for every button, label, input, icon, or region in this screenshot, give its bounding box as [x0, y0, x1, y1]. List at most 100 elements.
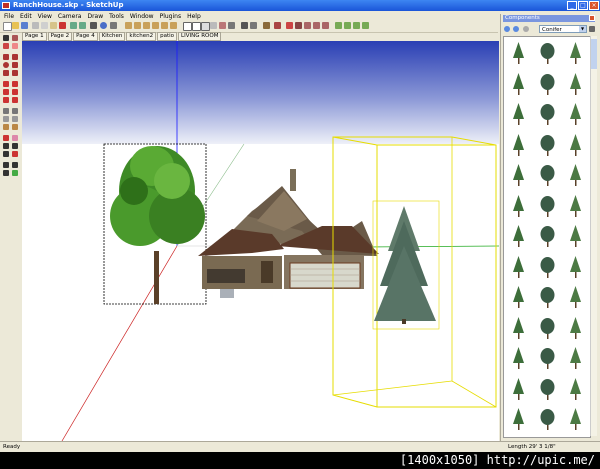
front-view-icon[interactable]	[143, 22, 150, 29]
component-thumbnail[interactable]	[535, 70, 560, 97]
component-thumbnail[interactable]	[535, 253, 560, 280]
iso-view-icon[interactable]	[125, 22, 132, 29]
component-thumbnail[interactable]	[535, 375, 560, 402]
push-pull-icon[interactable]	[12, 81, 18, 87]
save-icon[interactable]	[21, 22, 28, 29]
style-icon-3[interactable]	[304, 22, 311, 29]
select-icon[interactable]	[3, 35, 9, 41]
component-thumbnail[interactable]	[506, 344, 531, 371]
tab-page-4[interactable]: Page 4	[73, 32, 98, 41]
tab-patio[interactable]: patio	[157, 32, 178, 41]
style-icon-4[interactable]	[313, 22, 320, 29]
walk-icon[interactable]	[12, 162, 18, 168]
wireframe-icon[interactable]	[192, 22, 201, 31]
scale-icon[interactable]	[3, 97, 9, 103]
maximize-icon[interactable]: □	[578, 1, 588, 10]
component-thumbnail[interactable]	[506, 222, 531, 249]
make-component-icon[interactable]	[12, 35, 18, 41]
tab-page-1[interactable]: Page 1	[22, 32, 47, 41]
section-plane-tool-icon[interactable]	[12, 170, 18, 176]
text-icon[interactable]	[12, 116, 18, 122]
undo-icon[interactable]	[70, 22, 77, 29]
menu-help[interactable]: Help	[187, 13, 201, 20]
monochrome-icon[interactable]	[228, 22, 235, 29]
terrain-icon-2[interactable]	[344, 22, 351, 29]
component-thumbnail[interactable]	[535, 131, 560, 158]
menu-tools[interactable]: Tools	[109, 13, 124, 20]
open-folder-icon[interactable]	[12, 22, 19, 29]
component-thumbnail[interactable]	[563, 70, 588, 97]
component-thumbnail[interactable]	[535, 405, 560, 432]
menu-draw[interactable]: Draw	[87, 13, 103, 20]
orbit-tool-icon[interactable]	[3, 135, 9, 141]
component-thumbnail[interactable]	[535, 100, 560, 127]
rotate-icon[interactable]	[3, 89, 9, 95]
terrain-icon-3[interactable]	[353, 22, 360, 29]
component-thumbnail[interactable]	[563, 192, 588, 219]
component-icon[interactable]	[263, 22, 270, 29]
details-menu-icon[interactable]	[589, 26, 595, 32]
modeling-viewport[interactable]	[22, 41, 499, 441]
position-camera-icon[interactable]	[3, 162, 9, 168]
eraser-icon[interactable]	[12, 43, 18, 49]
component-thumbnail[interactable]	[563, 314, 588, 341]
house-icon[interactable]	[274, 22, 281, 29]
move-icon[interactable]	[3, 81, 9, 87]
look-around-icon[interactable]	[3, 170, 9, 176]
component-thumbnail[interactable]	[506, 100, 531, 127]
tape-measure-icon[interactable]	[3, 108, 9, 114]
style-icon-1[interactable]	[286, 22, 293, 29]
measurement-box[interactable]: Length 29' 3 1/8"	[508, 444, 556, 450]
component-thumbnail[interactable]	[506, 314, 531, 341]
left-view-icon[interactable]	[170, 22, 177, 29]
component-thumbnail[interactable]	[563, 100, 588, 127]
display-section-icon[interactable]	[250, 22, 257, 29]
component-thumbnail[interactable]	[563, 283, 588, 310]
style-icon-5[interactable]	[322, 22, 329, 29]
rectangle-icon[interactable]	[3, 54, 9, 60]
component-thumbnail[interactable]	[563, 39, 588, 66]
menu-camera[interactable]: Camera	[58, 13, 82, 20]
tab-kitchen[interactable]: Kitchen	[98, 32, 126, 41]
new-file-icon[interactable]	[3, 22, 12, 31]
home-icon[interactable]	[523, 26, 529, 32]
close-icon[interactable]: ×	[589, 1, 599, 10]
3d-text-icon[interactable]	[12, 124, 18, 130]
paste-icon[interactable]	[50, 22, 57, 29]
protractor-icon[interactable]	[3, 116, 9, 122]
line-icon[interactable]	[12, 54, 18, 60]
style-icon-2[interactable]	[295, 22, 302, 29]
follow-me-icon[interactable]	[12, 89, 18, 95]
component-thumbnail[interactable]	[563, 405, 588, 432]
xray-icon[interactable]	[183, 22, 192, 31]
component-thumbnail[interactable]	[506, 283, 531, 310]
back-view-icon[interactable]	[161, 22, 168, 29]
collection-select[interactable]: Conifer ▼	[539, 25, 587, 33]
menu-file[interactable]: File	[4, 13, 14, 20]
print-icon[interactable]	[90, 22, 97, 29]
terrain-icon-4[interactable]	[362, 22, 369, 29]
minimize-icon[interactable]: _	[567, 1, 577, 10]
dimension-icon[interactable]	[12, 108, 18, 114]
cut-icon[interactable]	[32, 22, 39, 29]
top-view-icon[interactable]	[134, 22, 141, 29]
shaded-icon[interactable]	[210, 22, 217, 29]
hidden-line-icon[interactable]	[201, 22, 210, 31]
menu-edit[interactable]: Edit	[20, 13, 32, 20]
terrain-icon-1[interactable]	[335, 22, 342, 29]
tab-page-2[interactable]: Page 2	[47, 32, 73, 41]
right-view-icon[interactable]	[152, 22, 159, 29]
components-scrollbar[interactable]	[590, 36, 597, 436]
erase-icon[interactable]	[59, 22, 66, 29]
component-thumbnail[interactable]	[535, 161, 560, 188]
freehand-icon[interactable]	[12, 70, 18, 76]
arc-icon[interactable]	[12, 62, 18, 68]
shaded-textures-icon[interactable]	[219, 22, 226, 29]
paint-bucket-icon[interactable]	[3, 43, 9, 49]
menu-window[interactable]: Window	[130, 13, 154, 20]
component-thumbnail[interactable]	[506, 131, 531, 158]
polygon-icon[interactable]	[3, 70, 9, 76]
scroll-thumb[interactable]	[591, 39, 597, 69]
component-thumbnail[interactable]	[506, 375, 531, 402]
orbit-icon[interactable]	[110, 22, 117, 29]
